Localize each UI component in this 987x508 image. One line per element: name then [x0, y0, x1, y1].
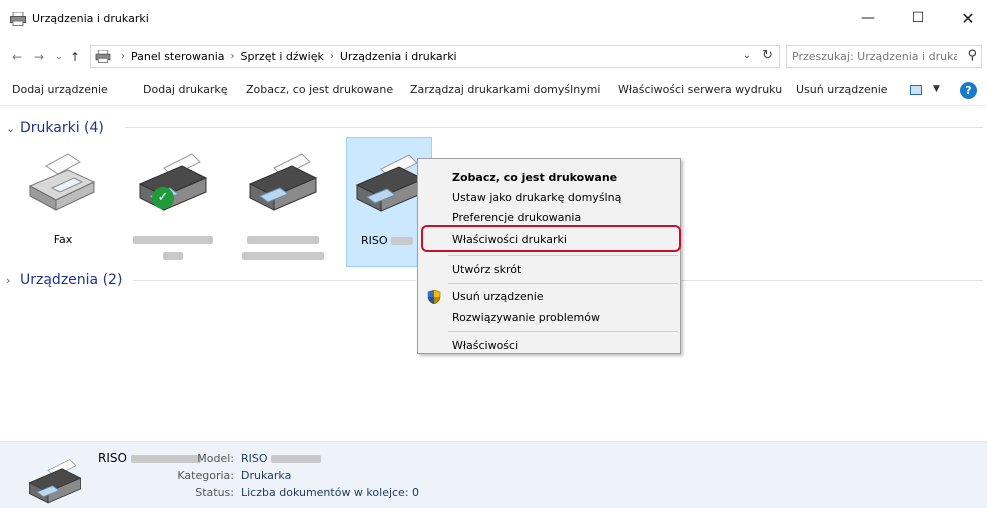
fax-device[interactable]: Fax	[20, 137, 106, 267]
printer-icon	[248, 153, 318, 211]
printer-device[interactable]	[240, 137, 326, 267]
breadcrumb-separator-icon: ›	[329, 51, 334, 62]
address-dropdown-icon[interactable]: ⌄	[743, 50, 751, 61]
menu-item-properties[interactable]: Właściwości	[452, 339, 518, 352]
menu-item-create-shortcut[interactable]: Utwórz skrót	[452, 263, 521, 276]
manage-default-printers-button[interactable]: Zarządzaj drukarkami domyślnymi	[410, 83, 600, 96]
details-category-value: Drukarka	[241, 469, 292, 482]
search-input[interactable]: Przeszukaj: Urządzenia i druka...	[792, 50, 957, 63]
breadcrumb-hardware-sound[interactable]: Sprzęt i dźwięk	[241, 50, 324, 63]
details-category-label: Kategoria:	[177, 469, 234, 482]
device-label-redacted	[240, 233, 326, 260]
title-bar: Urządzenia i drukarki — ☐ ✕	[0, 0, 987, 40]
printer-app-icon	[10, 12, 26, 26]
address-bar[interactable]: › Panel sterowania › Sprzęt i dźwięk › U…	[90, 45, 780, 68]
menu-item-remove-device[interactable]: Usuń urządzenie	[452, 290, 544, 303]
back-arrow-icon[interactable]: ←	[8, 48, 26, 66]
devices-group-title: Urządzenia (2)	[20, 272, 123, 288]
minimize-button[interactable]: —	[845, 0, 891, 36]
fax-icon	[28, 153, 96, 211]
forward-arrow-icon[interactable]: →	[30, 48, 48, 66]
details-model-text: RISO	[241, 452, 268, 465]
navigation-bar: ← → ⌄ ↑ › Panel sterowania › Sprzęt i dź…	[0, 44, 987, 70]
printer-icon	[138, 153, 208, 211]
up-arrow-icon[interactable]: ↑	[66, 48, 84, 66]
menu-item-set-default-printer[interactable]: Ustaw jako drukarkę domyślną	[452, 191, 621, 204]
add-printer-button[interactable]: Dodaj drukarkę	[143, 83, 228, 96]
breadcrumb: › Panel sterowania › Sprzęt i dźwięk › U…	[95, 50, 457, 63]
uac-shield-icon	[427, 290, 441, 304]
group-divider	[125, 127, 983, 128]
search-icon[interactable]: ⚲	[967, 48, 977, 63]
add-device-button[interactable]: Dodaj urządzenie	[12, 83, 108, 96]
devices-group-header[interactable]: › Urządzenia (2)	[6, 270, 122, 290]
context-menu: Zobacz, co jest drukowane Ustaw jako dru…	[417, 158, 681, 354]
print-server-properties-button[interactable]: Właściwości serwera wydruku	[618, 83, 782, 96]
details-model-value: RISO	[241, 452, 322, 465]
printers-group-header[interactable]: ⌄ Drukarki (4)	[6, 118, 104, 138]
menu-separator	[448, 283, 678, 284]
details-status-value: Liczba dokumentów w kolejce: 0	[241, 486, 420, 499]
search-box[interactable]: Przeszukaj: Urządzenia i druka... ⚲	[786, 45, 982, 68]
maximize-button[interactable]: ☐	[895, 0, 941, 36]
breadcrumb-control-panel[interactable]: Panel sterowania	[131, 50, 225, 63]
device-label-redacted	[130, 233, 216, 260]
details-pane: RISO Model: RISO Kategoria: Drukarka Sta…	[0, 441, 987, 508]
device-label: Fax	[53, 233, 73, 246]
printers-group-title: Drukarki (4)	[20, 120, 104, 136]
remove-device-button[interactable]: Usuń urządzenie	[796, 83, 888, 96]
details-model-label: Model:	[197, 452, 234, 465]
default-check-icon: ✓	[152, 187, 174, 209]
see-whats-printing-button[interactable]: Zobacz, co jest drukowane	[246, 83, 393, 96]
view-dropdown-icon[interactable]: ▼	[933, 84, 940, 94]
group-divider	[133, 280, 416, 281]
menu-item-printing-preferences[interactable]: Preferencje drukowania	[452, 211, 581, 224]
device-label-text: RISO	[361, 234, 388, 247]
menu-separator	[448, 331, 678, 332]
printer-icon	[28, 459, 82, 504]
breadcrumb-separator-icon: ›	[121, 51, 125, 62]
group-divider	[681, 280, 983, 281]
close-button[interactable]: ✕	[945, 0, 987, 36]
printer-icon	[355, 154, 425, 212]
window-title: Urządzenia i drukarki	[32, 12, 149, 25]
details-status-label: Status:	[195, 486, 234, 499]
printer-location-icon	[95, 50, 111, 63]
breadcrumb-devices-printers[interactable]: Urządzenia i drukarki	[340, 50, 457, 63]
change-view-icon[interactable]	[910, 85, 922, 95]
default-printer-device[interactable]: ✓	[130, 137, 216, 267]
breadcrumb-separator-icon: ›	[230, 51, 235, 62]
chevron-down-icon: ⌄	[6, 121, 16, 135]
menu-item-see-whats-printing[interactable]: Zobacz, co jest drukowane	[452, 171, 617, 184]
chevron-right-icon: ›	[6, 273, 11, 287]
details-name-text: RISO	[98, 451, 127, 465]
menu-separator	[448, 255, 678, 256]
menu-item-troubleshoot[interactable]: Rozwiązywanie problemów	[452, 311, 600, 324]
command-toolbar: Dodaj urządzenie Dodaj drukarkę Zobacz, …	[0, 76, 987, 106]
help-icon[interactable]: ?	[960, 82, 977, 99]
refresh-icon[interactable]: ↻	[762, 48, 773, 63]
menu-item-printer-properties[interactable]: Właściwości drukarki	[452, 233, 567, 246]
